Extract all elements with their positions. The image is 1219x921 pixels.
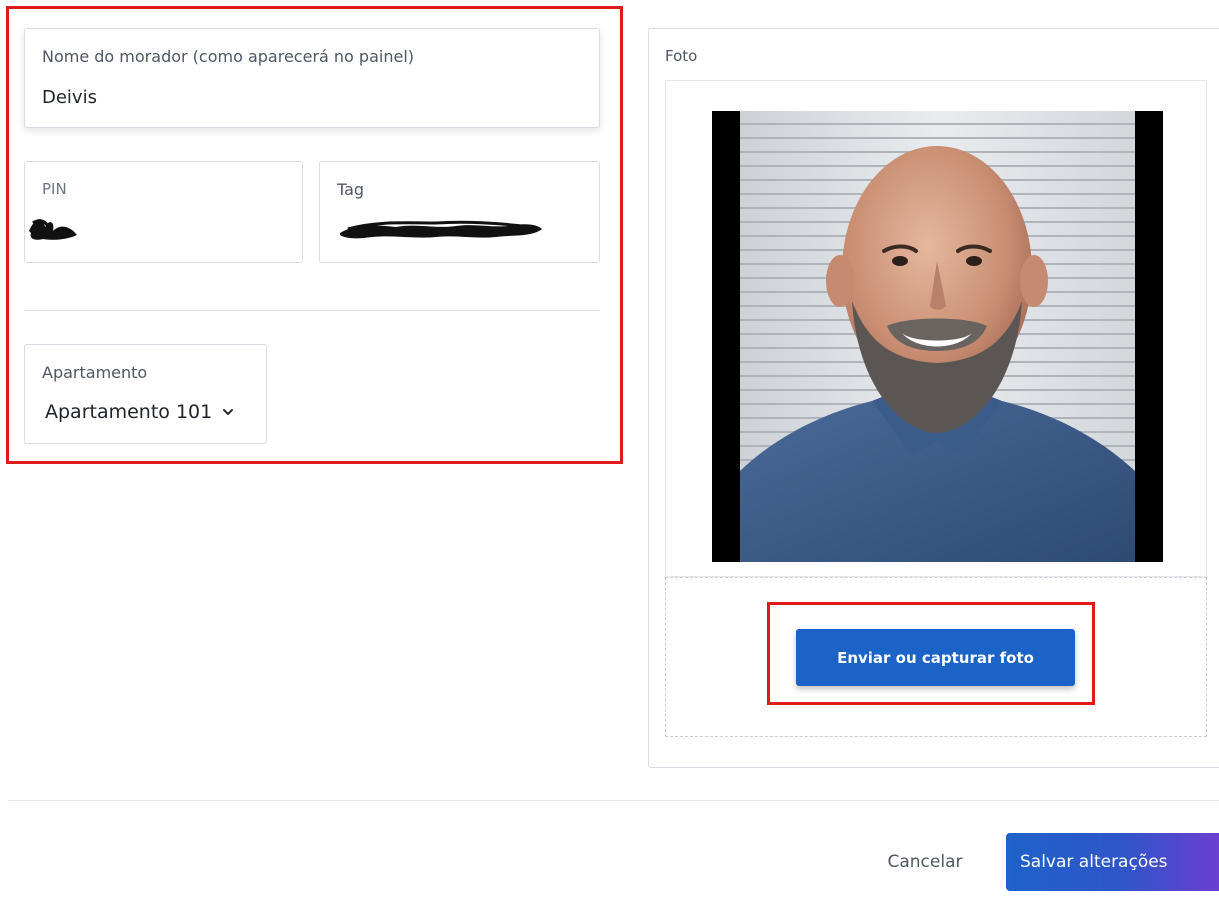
tag-field[interactable]: Tag bbox=[319, 161, 600, 263]
chevron-down-icon bbox=[223, 409, 234, 415]
resident-photo-illustration bbox=[712, 111, 1163, 562]
footer-divider bbox=[8, 800, 1219, 801]
save-changes-button[interactable]: Salvar alterações bbox=[1006, 833, 1219, 891]
resident-name-value[interactable]: Deivis bbox=[42, 87, 97, 108]
tag-label: Tag bbox=[337, 180, 365, 199]
resident-edit-form: Nome do morador (como aparecerá no paine… bbox=[0, 0, 1219, 921]
photo-label: Foto bbox=[665, 47, 698, 65]
upload-photo-button[interactable]: Enviar ou capturar foto bbox=[796, 629, 1075, 686]
photo-panel: Foto Enviar ou capturar foto bbox=[648, 28, 1219, 768]
pin-field[interactable]: PIN bbox=[24, 161, 303, 263]
resident-name-label: Nome do morador (como aparecerá no paine… bbox=[42, 47, 414, 66]
pin-redaction-scribble bbox=[29, 219, 77, 240]
photo-preview-frame bbox=[665, 80, 1207, 577]
pin-label: PIN bbox=[42, 180, 67, 198]
resident-name-field[interactable]: Nome do morador (como aparecerá no paine… bbox=[24, 28, 600, 128]
photo-upload-zone[interactable]: Enviar ou capturar foto bbox=[665, 577, 1207, 737]
form-divider bbox=[24, 310, 600, 311]
apartment-selected[interactable]: Apartamento 101 bbox=[45, 401, 234, 423]
resident-photo bbox=[712, 111, 1163, 562]
apartment-selected-value: Apartamento 101 bbox=[45, 401, 213, 423]
tag-redaction-scribble bbox=[340, 220, 542, 239]
cancel-button[interactable]: Cancelar bbox=[862, 835, 988, 889]
apartment-select[interactable]: Apartamento Apartamento 101 bbox=[24, 344, 267, 444]
apartment-label: Apartamento bbox=[42, 363, 148, 382]
